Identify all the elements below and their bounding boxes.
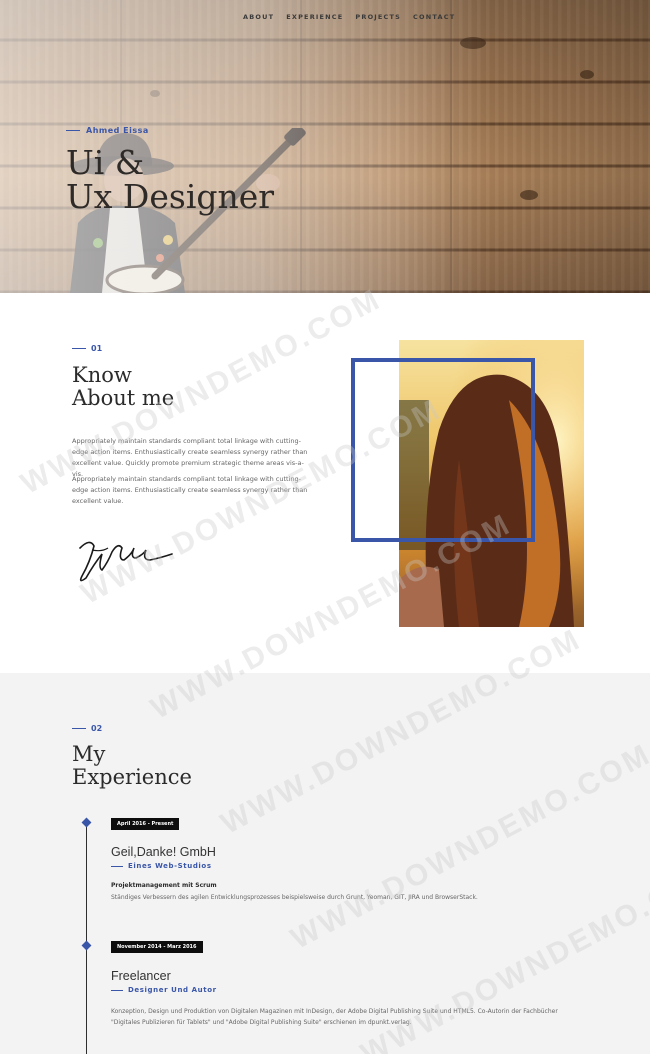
nav-item-about[interactable]: ABOUT <box>243 13 274 21</box>
hero-name-text: Ahmed Eissa <box>86 126 149 135</box>
job-description: Ständiges Verbessern des agilen Entwickl… <box>111 894 478 901</box>
nav-item-projects[interactable]: PROJECTS <box>355 13 401 21</box>
page: ABOUT EXPERIENCE PROJECTS CONTACT Ahmed … <box>0 0 650 1054</box>
signature-image <box>79 541 173 582</box>
job-date-badge: November 2014 - Marz 2016 <box>111 941 203 953</box>
job-subtitle: Designer Und Autor <box>111 986 217 994</box>
hero-section: ABOUT EXPERIENCE PROJECTS CONTACT Ahmed … <box>0 0 650 293</box>
hero-name: Ahmed Eissa <box>66 126 149 135</box>
job-role: Projektmanagement mit Scrum <box>111 882 217 889</box>
hero-title-line2: Ux Designer <box>66 177 275 216</box>
hero-title-line1: Ui & <box>66 143 145 182</box>
about-photo-frame <box>351 358 535 542</box>
timeline-line <box>86 822 87 1054</box>
job-company: Geil,Danke! GmbH <box>111 845 216 859</box>
nav-item-contact[interactable]: CONTACT <box>413 13 455 21</box>
about-section-number: 01 <box>72 344 102 353</box>
about-title: Know About me <box>72 363 175 410</box>
experience-title: My Experience <box>72 742 192 789</box>
job-description: Konzeption, Design und Produktion von Di… <box>111 1008 558 1026</box>
experience-section-number: 02 <box>72 724 102 733</box>
main-nav: ABOUT EXPERIENCE PROJECTS CONTACT <box>243 13 455 21</box>
job-company: Freelancer <box>111 969 171 983</box>
about-paragraph-2: Appropriately maintain standards complia… <box>72 475 308 505</box>
job-subtitle: Eines Web-Studios <box>111 862 212 870</box>
job-date-badge: April 2016 - Present <box>111 818 180 830</box>
hero-title: Ui & Ux Designer <box>66 146 274 214</box>
nav-item-experience[interactable]: EXPERIENCE <box>286 13 343 21</box>
